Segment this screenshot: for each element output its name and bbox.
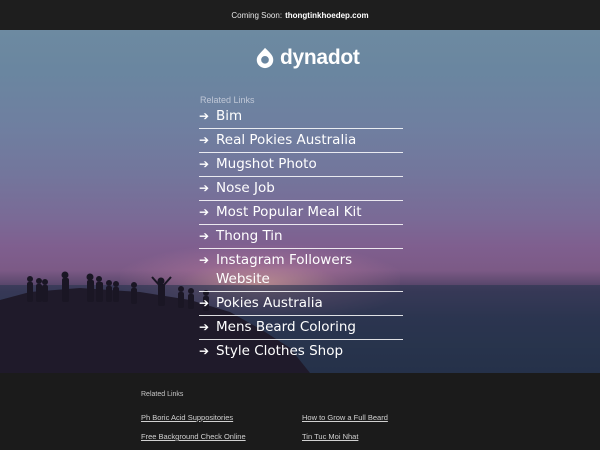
arrow-right-icon: ➔ <box>199 253 210 267</box>
link-label: Bim <box>216 108 243 124</box>
footer: Related Links Ph Boric Acid Suppositorie… <box>0 373 600 450</box>
related-links-heading: Related Links <box>200 95 255 105</box>
link-label: Real Pokies Australia <box>216 132 357 148</box>
link-label: Instagram Followers Website <box>216 252 353 287</box>
link-label: Mens Beard Coloring <box>216 319 356 335</box>
arrow-right-icon: ➔ <box>199 205 210 219</box>
footer-link-tin-tuc-moi-nhat[interactable]: Tin Tuc Moi Nhat <box>302 432 358 441</box>
domain-name: thongtinkhoedep.com <box>285 10 369 20</box>
dynadot-logo-icon <box>256 47 274 69</box>
link-label: Mugshot Photo <box>216 156 317 172</box>
arrow-right-icon: ➔ <box>199 296 210 310</box>
related-link-mugshot-photo[interactable]: ➔ Mugshot Photo <box>199 153 403 177</box>
link-label: Most Popular Meal Kit <box>216 204 362 220</box>
arrow-right-icon: ➔ <box>199 181 210 195</box>
related-link-instagram-followers-website[interactable]: ➔ Instagram Followers Website <box>199 249 403 292</box>
link-label: Pokies Australia <box>216 295 323 311</box>
link-label: Style Clothes Shop <box>216 343 344 359</box>
related-link-pokies-australia[interactable]: ➔ Pokies Australia <box>199 292 403 316</box>
link-label: Nose Job <box>216 180 275 196</box>
arrow-right-icon: ➔ <box>199 157 210 171</box>
footer-link-how-to-grow-a-full-beard[interactable]: How to Grow a Full Beard <box>302 413 388 422</box>
arrow-right-icon: ➔ <box>199 109 210 123</box>
coming-soon-bar: Coming Soon: thongtinkhoedep.com <box>0 0 600 30</box>
hero-background: dynadot Related Links ➔ Bim ➔ Real Pokie… <box>0 30 600 373</box>
coming-soon-label: Coming Soon: <box>231 10 283 20</box>
footer-link-free-background-check-online[interactable]: Free Background Check Online <box>141 432 246 441</box>
footer-related-links-heading: Related Links <box>141 391 184 398</box>
related-link-most-popular-meal-kit[interactable]: ➔ Most Popular Meal Kit <box>199 201 403 225</box>
link-label: Thong Tin <box>216 228 283 244</box>
footer-link-ph-boric-acid-suppositories[interactable]: Ph Boric Acid Suppositories <box>141 413 233 422</box>
arrow-right-icon: ➔ <box>199 133 210 147</box>
arrow-right-icon: ➔ <box>199 229 210 243</box>
arrow-right-icon: ➔ <box>199 320 210 334</box>
related-link-thong-tin[interactable]: ➔ Thong Tin <box>199 225 403 249</box>
related-links-list: ➔ Bim ➔ Real Pokies Australia ➔ Mugshot … <box>199 105 403 363</box>
related-link-nose-job[interactable]: ➔ Nose Job <box>199 177 403 201</box>
related-link-mens-beard-coloring[interactable]: ➔ Mens Beard Coloring <box>199 316 403 340</box>
related-link-bim[interactable]: ➔ Bim <box>199 105 403 129</box>
related-link-style-clothes-shop[interactable]: ➔ Style Clothes Shop <box>199 340 403 363</box>
logo-text: dynadot <box>280 46 360 69</box>
dynadot-logo: dynadot <box>254 46 360 70</box>
arrow-right-icon: ➔ <box>199 344 210 358</box>
related-link-real-pokies-australia[interactable]: ➔ Real Pokies Australia <box>199 129 403 153</box>
